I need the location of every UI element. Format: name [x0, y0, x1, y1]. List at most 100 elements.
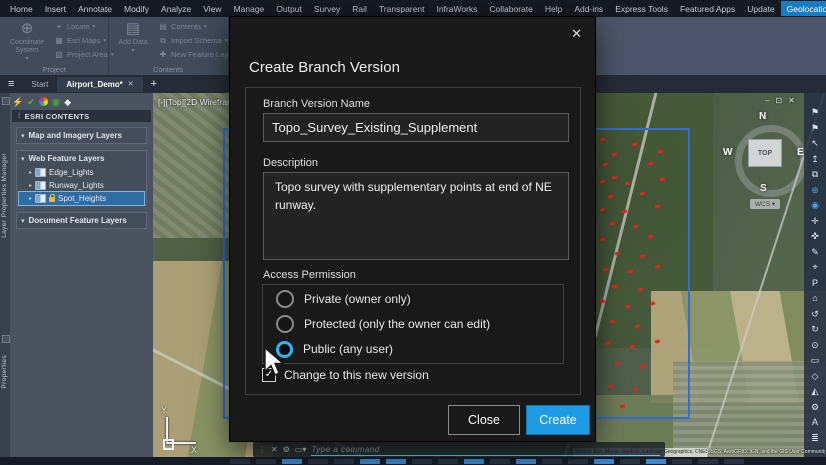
status-segment[interactable] [542, 458, 562, 464]
branch-version-name-input[interactable] [263, 113, 569, 142]
status-segment[interactable] [646, 458, 666, 464]
menu-item-insert[interactable]: Insert [39, 1, 72, 16]
ribbon-button-locate[interactable]: ⌖ Locate ▾ [54, 21, 114, 32]
restore-viewport-icon[interactable]: ⊡ [775, 96, 782, 105]
edit-points-icon[interactable]: ✜ [811, 231, 819, 241]
status-segment[interactable] [516, 458, 536, 464]
close-button[interactable]: Close [448, 405, 520, 435]
status-segment[interactable] [594, 458, 614, 464]
compass-north[interactable]: N [759, 111, 766, 122]
green-square-icon[interactable]: ▣ [52, 97, 61, 107]
status-segment[interactable] [464, 458, 484, 464]
lightning-icon[interactable]: ⚡ [12, 97, 23, 107]
rail-label-layer-properties-manager[interactable]: Layer Properties Manager [1, 153, 8, 238]
layer-item-runway-lights[interactable]: ▸ Runway_Lights [19, 179, 144, 192]
ribbon-panel-label[interactable]: Project [0, 65, 108, 74]
ribbon-button-coordinate-system[interactable]: ⊕ Coordinate System ▾ [4, 21, 50, 63]
description-textarea[interactable] [263, 172, 569, 260]
menu-item-view[interactable]: View [197, 1, 227, 16]
status-segment[interactable] [360, 458, 380, 464]
chevron-right-icon[interactable]: ▸ [29, 169, 32, 176]
status-segment[interactable] [334, 458, 354, 464]
status-segment[interactable] [724, 458, 744, 464]
radio-private-owner-only[interactable]: Private (owner only) [276, 288, 563, 310]
palette-tab-icon[interactable] [2, 97, 10, 105]
view-cube-top-face[interactable]: TOP [748, 139, 782, 167]
status-segment[interactable] [412, 458, 432, 464]
ribbon-button-add-data[interactable]: ▤ Add Data ▾ [110, 21, 156, 55]
change-version-checkbox-row[interactable]: ✓ Change to this new version [262, 368, 429, 382]
layer-item-spot-heights[interactable]: ▸ Spot_Heights [18, 191, 145, 206]
menu-item-annotate[interactable]: Annotate [72, 1, 118, 16]
rail-label-properties[interactable]: Properties [1, 355, 8, 389]
group-header-map-and-imagery-layers[interactable]: ▾ Map and Imagery Layers [17, 128, 146, 143]
menu-item-collaborate[interactable]: Collaborate [483, 1, 538, 16]
flag-alt-icon[interactable]: ⚑ [811, 123, 819, 133]
status-segment[interactable] [282, 458, 302, 464]
new-tab-button[interactable]: + [143, 78, 165, 90]
redo-icon[interactable]: ↻ [811, 324, 819, 334]
command-bar[interactable]: ⋮ ✕ ⚙ ▭▾ Type a command [253, 442, 665, 457]
wcs-dropdown[interactable]: WCS ▾ [750, 199, 780, 209]
status-segment[interactable] [230, 458, 250, 464]
search-icon[interactable]: A [812, 417, 818, 427]
tab-airport-demo[interactable]: Airport_Demo* ✕ [57, 76, 143, 92]
prism-icon[interactable]: ◭ [812, 386, 819, 396]
close-icon[interactable]: ✕ [271, 445, 278, 454]
menu-item-survey[interactable]: Survey [308, 1, 346, 16]
status-segment[interactable] [568, 458, 588, 464]
view-cube[interactable]: TOP N W E S WCS ▾ [723, 111, 814, 211]
add-points-icon[interactable]: ✛ [811, 216, 819, 226]
status-segment[interactable] [438, 458, 458, 464]
menu-item-express-tools[interactable]: Express Tools [609, 1, 674, 16]
select-arrow-icon[interactable]: ↖ [811, 138, 819, 148]
status-segment[interactable] [672, 458, 692, 464]
minimize-viewport-icon[interactable]: – [765, 96, 769, 105]
menu-item-featured-apps[interactable]: Featured Apps [674, 1, 741, 16]
undo-icon[interactable]: ↺ [811, 309, 819, 319]
pencil-icon[interactable]: ✎ [811, 247, 819, 257]
grip-icon[interactable]: ⋮ [258, 445, 266, 454]
flag-icon[interactable]: ⚑ [811, 107, 819, 117]
close-viewport-icon[interactable]: ✕ [788, 96, 795, 105]
viewport-label[interactable]: [-][Top][2D Wireframe] [158, 97, 241, 107]
palette-tab-icon[interactable] [2, 335, 10, 343]
status-segment[interactable] [698, 458, 718, 464]
menu-item-transparent[interactable]: Transparent [373, 1, 431, 16]
menu-item-modify[interactable]: Modify [118, 1, 155, 16]
menu-item-manage[interactable]: Manage [228, 1, 271, 16]
ribbon-panel-label[interactable]: Contents [108, 65, 228, 74]
polygon-icon[interactable]: ◇ [812, 371, 819, 381]
compass-east[interactable]: E [797, 147, 804, 158]
layers-icon[interactable]: ≣ [811, 433, 819, 443]
chevron-right-icon[interactable]: ▸ [29, 195, 32, 202]
menu-item-add-ins[interactable]: Add-ins [568, 1, 609, 16]
menu-item-help[interactable]: Help [539, 1, 568, 16]
parcel-icon[interactable]: P [812, 278, 818, 288]
orbit-icon[interactable]: ⊙ [811, 340, 819, 350]
wrench-icon[interactable]: ⚙ [283, 445, 290, 454]
color-wheel-icon[interactable] [38, 97, 48, 106]
radio-public-any-user[interactable]: Public (any user) [276, 338, 563, 360]
snap-target-icon[interactable]: ⌖ [812, 262, 817, 272]
pick-point-icon[interactable]: ↥ [811, 154, 819, 164]
menu-item-rail[interactable]: Rail [346, 1, 373, 16]
ribbon-button-esri-maps[interactable]: ▦ Esri Maps ▾ [54, 35, 114, 46]
group-header-web-feature-layers[interactable]: ▾ Web Feature Layers [17, 151, 146, 166]
radio-protected-only-the-owner-can-edit[interactable]: Protected (only the owner can edit) [276, 313, 563, 335]
layer-item-edge-lights[interactable]: ▸ Edge_Lights [19, 166, 144, 179]
menu-item-infraworks[interactable]: InfraWorks [430, 1, 483, 16]
globe-icon[interactable]: ⊕ [811, 185, 819, 195]
menu-item-home[interactable]: Home [4, 1, 39, 16]
radio-button-icon[interactable] [276, 290, 294, 308]
ribbon-button-project-area[interactable]: ▧ Project Area ▾ [54, 49, 113, 60]
menu-item-geolocation[interactable]: Geolocation [780, 1, 826, 16]
menu-item-update[interactable]: Update [741, 1, 780, 16]
command-panel-icon[interactable]: ▭▾ [295, 445, 307, 454]
ribbon-button-new-feature-layer[interactable]: ✚New Feature Layer▾ [158, 49, 241, 60]
radio-button-icon[interactable] [276, 315, 294, 333]
status-segment[interactable] [490, 458, 510, 464]
status-segment[interactable] [386, 458, 406, 464]
compass-west[interactable]: W [723, 147, 732, 158]
command-input[interactable]: Type a command [311, 443, 660, 456]
